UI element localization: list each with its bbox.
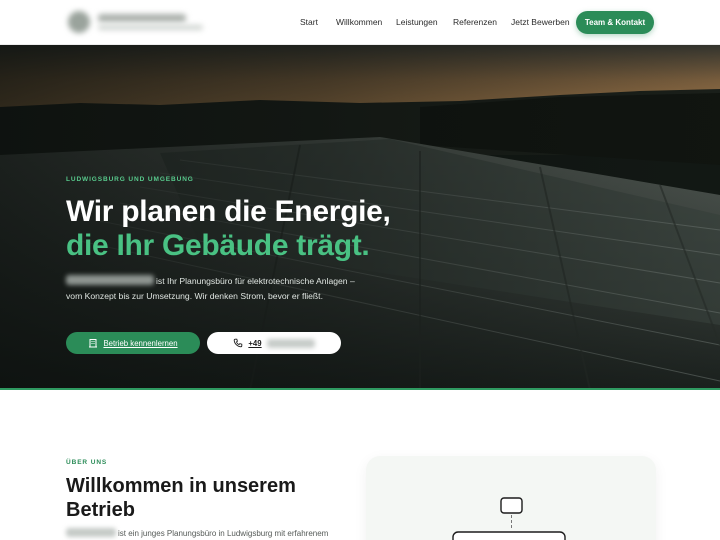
hero-title-line1: Wir planen die Energie, — [66, 195, 391, 228]
about-eyebrow: ÜBER UNS — [66, 459, 108, 466]
nav-item-referenzen[interactable]: Referenzen — [453, 17, 497, 27]
nav-item-willkommen[interactable]: Willkommen — [336, 17, 382, 27]
phone-prefix: +49 — [248, 338, 262, 348]
main-nav: Start Willkommen Leistungen Referenzen J… — [0, 0, 720, 45]
phone-number-redacted — [266, 338, 315, 348]
site-header: Start Willkommen Leistungen Referenzen J… — [0, 0, 720, 45]
about-description: ist ein junges Planungsbüro in Ludwigsbu… — [66, 528, 356, 538]
building-icon — [88, 338, 98, 348]
company-name-redacted — [66, 275, 154, 285]
nav-item-start[interactable]: Start — [300, 17, 318, 27]
hero-eyebrow: LUDWIGSBURG UND UMGEBUNG — [66, 176, 194, 183]
org-chart-illustration — [452, 497, 566, 540]
hero-section: LUDWIGSBURG UND UMGEBUNG Wir planen die … — [0, 45, 720, 390]
about-illustration-card — [366, 456, 656, 540]
phone-icon — [233, 338, 243, 348]
hero-description: ist Ihr Planungsbüro für elektrotechnisc… — [66, 274, 361, 304]
phone-button[interactable]: +49 — [207, 332, 341, 354]
about-description-text: ist ein junges Planungsbüro in Ludwigsbu… — [118, 529, 329, 538]
nav-item-leistungen[interactable]: Leistungen — [396, 17, 438, 27]
nav-item-jetzt-bewerben[interactable]: Jetzt Bewerben — [511, 17, 570, 27]
about-title: Willkommen in unserem Betrieb — [66, 475, 296, 521]
betrieb-kennenlernen-label: Betrieb kennenlernen — [103, 338, 178, 348]
company-name-redacted — [66, 528, 116, 537]
hero-bottom-accent — [0, 388, 720, 390]
hero-title-line2: die Ihr Gebäude trägt. — [66, 229, 370, 262]
betrieb-kennenlernen-button[interactable]: Betrieb kennenlernen — [66, 332, 200, 354]
team-kontakt-button[interactable]: Team & Kontakt — [576, 11, 654, 34]
